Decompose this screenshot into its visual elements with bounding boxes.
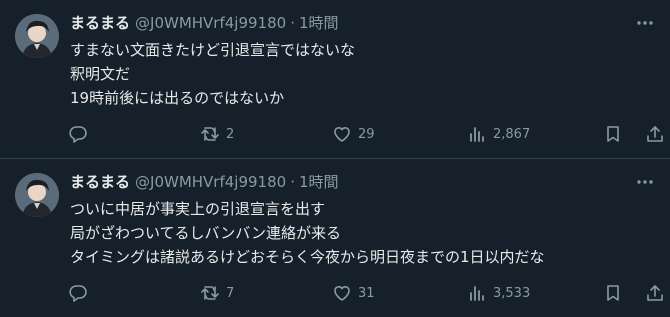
retweet-count: 7 [226,285,235,301]
timestamp[interactable]: 1時間 [299,172,339,192]
user-handle[interactable]: @J0WMHVrf4j99180 [135,172,286,192]
tweet-line: ついに中居が事実上の引退宣言を出す [70,200,326,218]
like-count: 29 [358,126,375,142]
tweet-actions: 7 31 3,533 [60,281,663,305]
like-icon [334,286,350,301]
tweet[interactable]: まるまる @J0WMHVrf4j99180 · 1時間 ついに中居が事実上の引退… [0,158,670,316]
retweet-button[interactable]: 7 [200,281,234,305]
retweet-icon [201,286,219,300]
reply-icon [69,285,87,302]
avatar[interactable] [15,173,59,217]
display-name[interactable]: まるまる [70,172,130,192]
like-button[interactable]: 29 [332,122,375,146]
retweet-count: 2 [226,126,235,142]
more-icon[interactable] [634,12,656,34]
views-button[interactable]: 3,533 [467,281,530,305]
reply-icon [69,126,87,143]
retweet-icon [201,127,219,141]
views-button[interactable]: 2,867 [467,122,530,146]
tweet-line: すまない文面きたけど引退宣言ではないな [70,41,356,59]
share-button[interactable] [645,281,665,305]
share-icon [647,285,663,301]
avatar[interactable] [15,14,59,58]
like-icon [334,127,350,142]
tweet-header: まるまる @J0WMHVrf4j99180 · 1時間 [70,172,339,192]
tweet-line: 釈明文だ [70,65,131,83]
bookmark-button[interactable] [603,281,623,305]
tweet-line: 19時前後には出るのではないか [70,89,285,107]
tweet-text: すまない文面きたけど引退宣言ではないな 釈明文だ 19時前後には出るのではないか [70,38,650,110]
tweet-actions: 2 29 2,867 [60,122,663,146]
like-button[interactable]: 31 [332,281,375,305]
display-name[interactable]: まるまる [70,13,130,33]
like-count: 31 [358,285,375,301]
reply-button[interactable] [68,122,94,146]
view-count: 3,533 [493,285,531,301]
tweet-header: まるまる @J0WMHVrf4j99180 · 1時間 [70,13,339,33]
views-icon [470,127,484,142]
views-icon [470,286,484,301]
separator-dot: · [290,173,295,191]
view-count: 2,867 [493,126,531,142]
timestamp[interactable]: 1時間 [299,13,339,33]
reply-button[interactable] [68,281,94,305]
share-button[interactable] [645,122,665,146]
share-icon [647,126,663,142]
bookmark-button[interactable] [603,122,623,146]
tweet-line: タイミングは諸説あるけどおそらく今夜から明日夜までの1日以内だな [70,248,545,266]
more-icon[interactable] [634,171,656,193]
bookmark-icon [607,285,619,301]
tweet-text: ついに中居が事実上の引退宣言を出す 局がざわついてるしバンバン連絡が来る タイミ… [70,197,650,269]
user-handle[interactable]: @J0WMHVrf4j99180 [135,13,286,33]
separator-dot: · [290,14,295,32]
tweet-line: 局がざわついてるしバンバン連絡が来る [70,224,342,242]
tweet[interactable]: まるまる @J0WMHVrf4j99180 · 1時間 すまない文面きたけど引退… [0,0,670,158]
bookmark-icon [607,126,619,142]
retweet-button[interactable]: 2 [200,122,234,146]
